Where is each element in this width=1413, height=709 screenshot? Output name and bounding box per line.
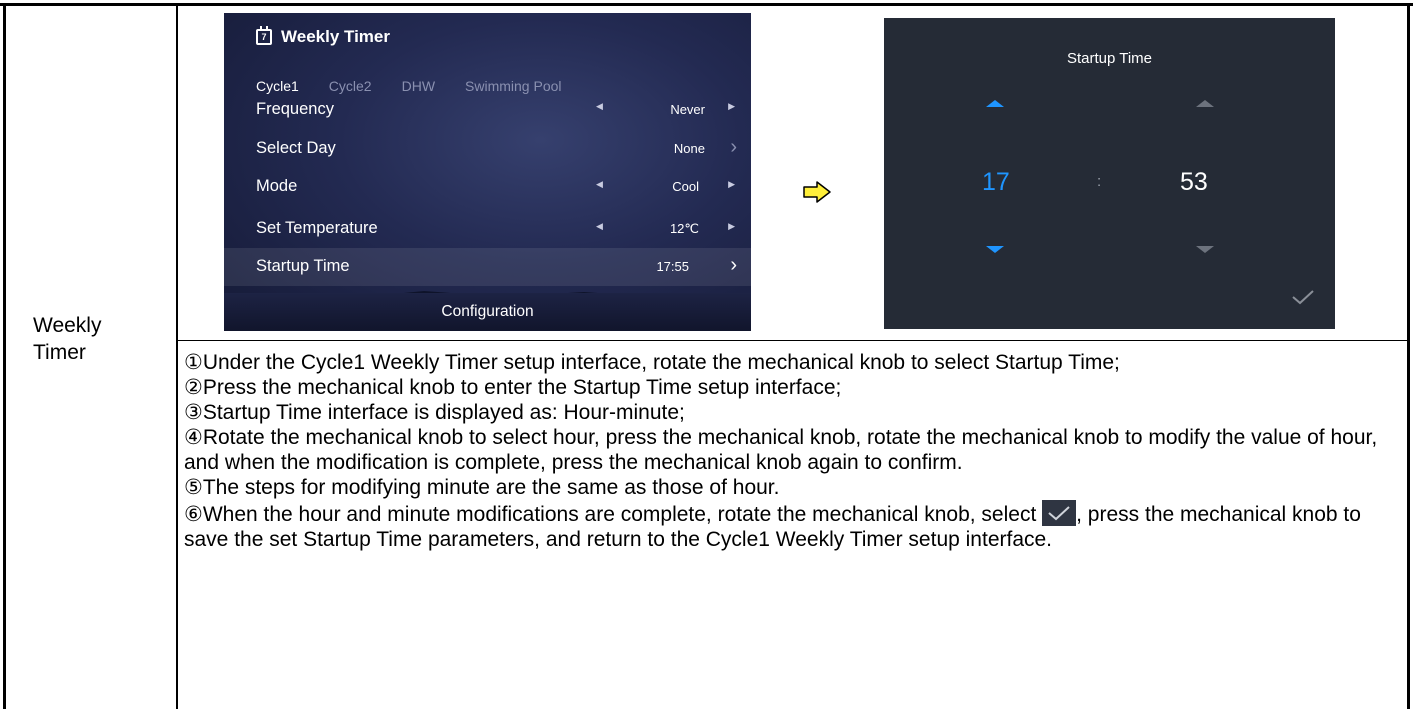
row-startup-time[interactable]: Startup Time 17:55 › [224, 248, 751, 286]
table-left-border [3, 3, 6, 709]
right-arrow-icon[interactable]: ▶ [728, 221, 735, 232]
screen-title: 7 Weekly Timer [256, 26, 390, 47]
row-label-set-temperature: Set Temperature [256, 219, 378, 237]
startup-time-title: Startup Time [1066, 50, 1153, 67]
instruction-step-6-before: ⑥When the hour and minute modifications … [184, 503, 1043, 526]
instruction-step-2: ②Press the mechanical knob to enter the … [184, 376, 842, 399]
instruction-step-6: ⑥When the hour and minute modifications … [184, 500, 1404, 552]
minute-down-arrow-icon[interactable] [1196, 246, 1214, 253]
instruction-step-5: ⑤The steps for modifying minute are the … [184, 476, 780, 499]
hour-down-arrow-icon[interactable] [986, 246, 1004, 253]
row-value-set-temperature: 12℃ [669, 221, 699, 236]
startup-time-screen: Startup Time 17 : 53 [884, 18, 1335, 329]
row-select-day[interactable]: Select Day None › [224, 130, 751, 168]
table-column-divider [176, 3, 178, 709]
row-value-frequency: Never [670, 102, 705, 117]
hour-up-arrow-icon[interactable] [986, 100, 1004, 107]
minute-value[interactable]: 53 [1180, 168, 1208, 197]
row-label-line-1: Weekly [33, 314, 102, 337]
row-mode[interactable]: Mode ◀ Cool ▶ [224, 168, 751, 206]
table-row-divider [176, 340, 1410, 341]
instruction-step-1: ①Under the Cycle1 Weekly Timer setup int… [184, 351, 1120, 374]
right-arrow-icon[interactable]: ▶ [728, 101, 735, 112]
screen-title-text: Weekly Timer [281, 27, 390, 46]
check-icon [1042, 500, 1077, 526]
row-value-mode: Cool [672, 179, 699, 194]
right-arrow-icon[interactable]: ▶ [728, 179, 735, 190]
row-label-startup-time: Startup Time [256, 257, 350, 275]
row-value-select-day: None [673, 141, 705, 156]
row-label-select-day: Select Day [256, 139, 336, 157]
table-top-border [0, 3, 1413, 6]
row-set-temperature[interactable]: Set Temperature ◀ 12℃ ▶ [224, 210, 751, 248]
left-arrow-icon[interactable]: ◀ [596, 101, 603, 112]
configuration-button[interactable]: Configuration [224, 293, 751, 331]
arrow-right-icon [803, 181, 831, 203]
table-right-border [1407, 3, 1410, 709]
row-label: Weekly Timer [33, 312, 101, 366]
left-arrow-icon[interactable]: ◀ [596, 221, 603, 232]
chevron-right-icon: › [730, 136, 737, 158]
calendar-icon: 7 [256, 26, 272, 45]
instruction-step-3: ③Startup Time interface is displayed as:… [184, 401, 685, 424]
row-value-startup-time: 17:55 [656, 259, 689, 274]
chevron-right-icon: › [730, 254, 737, 276]
confirm-check-icon[interactable] [1291, 288, 1315, 306]
row-label-mode: Mode [256, 177, 298, 195]
row-frequency[interactable]: Frequency ◀ Never ▶ [224, 90, 751, 120]
left-arrow-icon[interactable]: ◀ [596, 179, 603, 190]
weekly-timer-screen: 7 Weekly Timer Cycle1 Cycle2 DHW Swimmin… [224, 13, 751, 331]
row-label-line-2: Timer [33, 341, 86, 364]
hour-value[interactable]: 17 [982, 168, 1010, 197]
instructions-text: ①Under the Cycle1 Weekly Timer setup int… [184, 350, 1404, 552]
time-separator: : [1097, 173, 1102, 190]
row-label-frequency: Frequency [256, 100, 334, 118]
minute-up-arrow-icon[interactable] [1196, 100, 1214, 107]
instruction-step-4: ④Rotate the mechanical knob to select ho… [184, 426, 1378, 474]
